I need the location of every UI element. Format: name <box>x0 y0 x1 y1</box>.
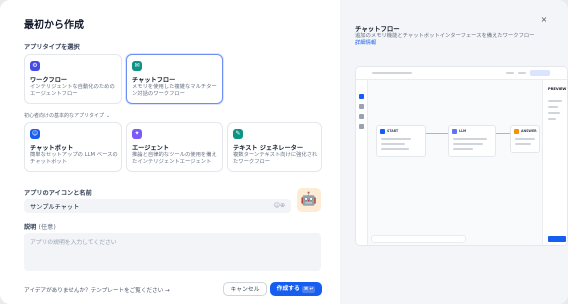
preview-sidebar <box>356 80 368 245</box>
preview-tool <box>506 72 514 74</box>
preview-tool <box>518 72 526 74</box>
description-label: 説明 (任意) <box>24 222 56 231</box>
app-name-input[interactable]: サンプルチャット ☺⊕ <box>24 199 291 213</box>
card-desc: 推論と自律的なツールの使用を備えたインテリジェントエージェント <box>132 152 217 165</box>
preview-node-llm: LLM <box>448 125 496 157</box>
description-label-text: 説明 <box>24 224 37 231</box>
chatbot-icon: ☺ <box>30 129 40 139</box>
emoji-picker-icon[interactable]: ☺⊕ <box>274 202 285 209</box>
app-type-card-text-generator[interactable]: ✎ テキスト ジェネレーター 複数ターンテキスト向けに強化されたワークフロー <box>227 122 322 172</box>
preview-topbar <box>356 67 567 80</box>
template-link[interactable]: アイデアがありませんか？テンプレートをご覧ください → <box>24 286 170 294</box>
create-label: 作成する <box>276 286 300 292</box>
preview-breadcrumb <box>372 72 412 74</box>
app-name-value: サンプルチャット <box>30 204 80 211</box>
preview-title: チャットフロー <box>355 25 400 33</box>
app-avatar[interactable]: 🤖 <box>297 188 321 212</box>
preview-nav-icon <box>359 124 364 129</box>
preview-node-answer: ANSWER <box>510 125 540 153</box>
preview-screenshot: START LLM ANSWER PREVIEW <box>355 66 568 246</box>
preview-panel: PREVIEW <box>542 80 567 245</box>
preview-desc-text: 追加のメモリ機能とチャットボットインターフェースを備えたワークフロー <box>355 33 535 39</box>
app-identity-label: アプリのアイコンと名前 <box>24 190 92 197</box>
advanced-label: 初心者向けの基本的なアプリタイプ <box>24 113 105 119</box>
app-type-card-agent[interactable]: ✦ エージェント 推論と自律的なツールの使用を備えたインテリジェントエージェント <box>126 122 223 172</box>
description-placeholder: アプリの説明を入力してください <box>30 240 117 246</box>
chatflow-icon: ✉ <box>132 61 142 71</box>
app-type-card-chatflow[interactable]: ✉ チャットフロー メモリを使用した複雑なマルチターン対話のワークフロー <box>126 54 223 104</box>
learn-more-link[interactable]: 詳細情報 <box>355 40 376 46</box>
preview-nav-icon <box>359 94 364 99</box>
preview-description: 追加のメモリ機能とチャットボットインターフェースを備えたワークフロー 詳細情報 <box>355 33 535 47</box>
preview-toolbar <box>371 235 466 243</box>
preview-edge <box>496 133 510 134</box>
shortcut-hint: ⌘ ↵ <box>301 286 316 293</box>
app-type-card-chatbot[interactable]: ☺ チャットボット 簡単なセットアップの LLM ベースのチャットボット <box>24 122 122 172</box>
app-type-label: アプリタイプを選択 <box>24 44 80 51</box>
preview-nav-icon <box>359 114 364 119</box>
preview-node-start: START <box>376 125 426 157</box>
dialog-title: 最初から作成 <box>24 20 84 31</box>
cancel-button[interactable]: キャンセル <box>223 282 267 296</box>
chevron-down-icon: ⌄ <box>106 113 111 119</box>
app-type-card-workflow[interactable]: ⚙ ワークフロー インテリジェントな自動化のためのエージェントフロー <box>24 54 122 104</box>
advanced-types-toggle[interactable]: 初心者向けの基本的なアプリタイプ ⌄ <box>24 112 110 119</box>
preview-nav-icon <box>359 104 364 109</box>
text-generator-icon: ✎ <box>233 129 243 139</box>
close-icon[interactable]: × <box>537 13 551 27</box>
preview-edge <box>426 133 448 134</box>
create-button[interactable]: 作成する ⌘ ↵ <box>270 282 322 296</box>
card-title: チャットボット <box>30 145 74 152</box>
description-textarea[interactable]: アプリの説明を入力してください <box>24 233 321 271</box>
card-desc: 簡単なセットアップの LLM ベースのチャットボット <box>30 152 118 165</box>
description-optional: (任意) <box>38 224 56 231</box>
agent-icon: ✦ <box>132 129 142 139</box>
preview-publish-button <box>530 70 550 76</box>
card-desc: メモリを使用した複雑なマルチターン対話のワークフロー <box>132 84 217 97</box>
card-title: チャットフロー <box>132 77 176 84</box>
workflow-icon: ⚙ <box>30 61 40 71</box>
card-title: ワークフロー <box>30 77 68 84</box>
create-app-dialog: 最初から作成 アプリタイプを選択 ⚙ ワークフロー インテリジェントな自動化のた… <box>0 0 568 304</box>
card-desc: インテリジェントな自動化のためのエージェントフロー <box>30 84 115 97</box>
card-desc: 複数ターンテキスト向けに強化されたワークフロー <box>233 152 318 165</box>
card-title: テキスト ジェネレーター <box>233 145 304 152</box>
card-title: エージェント <box>132 145 170 152</box>
